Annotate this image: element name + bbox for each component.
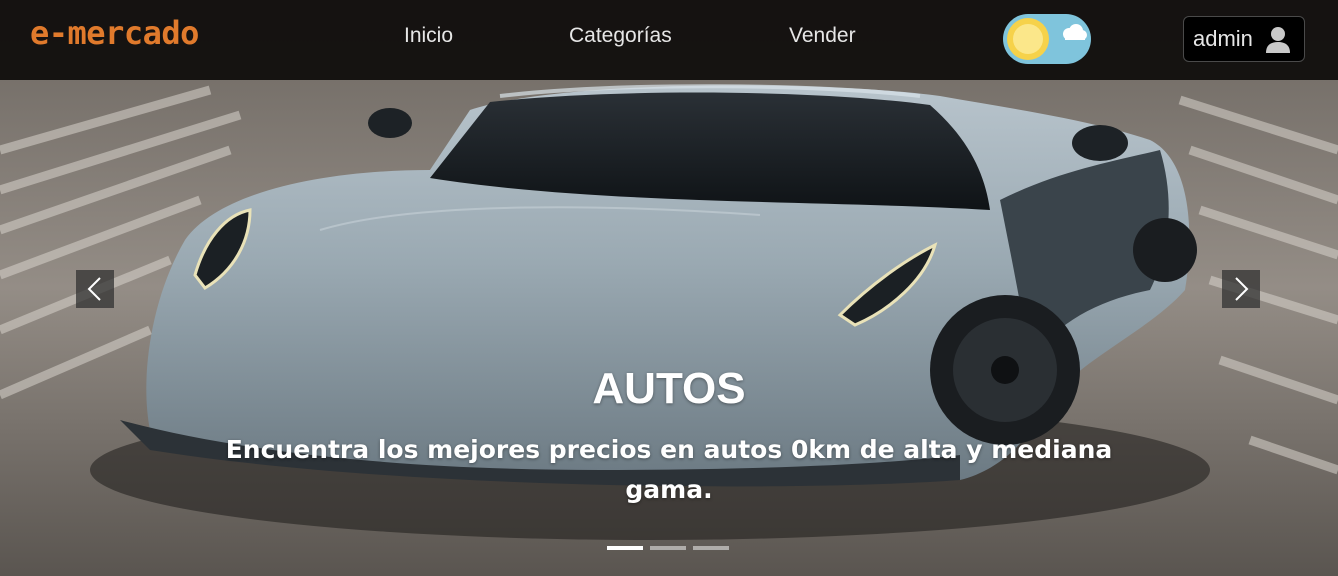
chevron-left-icon <box>87 277 101 301</box>
nav-link-inicio[interactable]: Inicio <box>404 24 453 48</box>
cloud-icon <box>1063 24 1087 40</box>
brand-logo[interactable]: e-mercado <box>30 14 199 52</box>
nav-link-categorias[interactable]: Categorías <box>569 24 672 48</box>
carousel-indicator-2[interactable] <box>650 546 686 550</box>
carousel-indicator-1[interactable] <box>607 546 643 550</box>
chevron-right-icon <box>1235 277 1249 301</box>
theme-toggle[interactable] <box>1003 14 1091 64</box>
user-name-label: admin <box>1193 26 1253 51</box>
carousel-next-button[interactable] <box>1222 270 1260 308</box>
slide-description: Encuentra los mejores precios en autos 0… <box>225 435 1113 504</box>
carousel-indicator-3[interactable] <box>693 546 729 550</box>
user-icon <box>1266 27 1290 53</box>
sun-icon <box>1007 18 1049 60</box>
navbar: e-mercado Inicio Categorías Vender admin <box>0 0 1338 80</box>
nav-link-vender[interactable]: Vender <box>789 24 856 48</box>
carousel-prev-button[interactable] <box>76 270 114 308</box>
user-menu-button[interactable]: admin <box>1183 16 1305 62</box>
slide-title: AUTOS <box>592 364 746 413</box>
